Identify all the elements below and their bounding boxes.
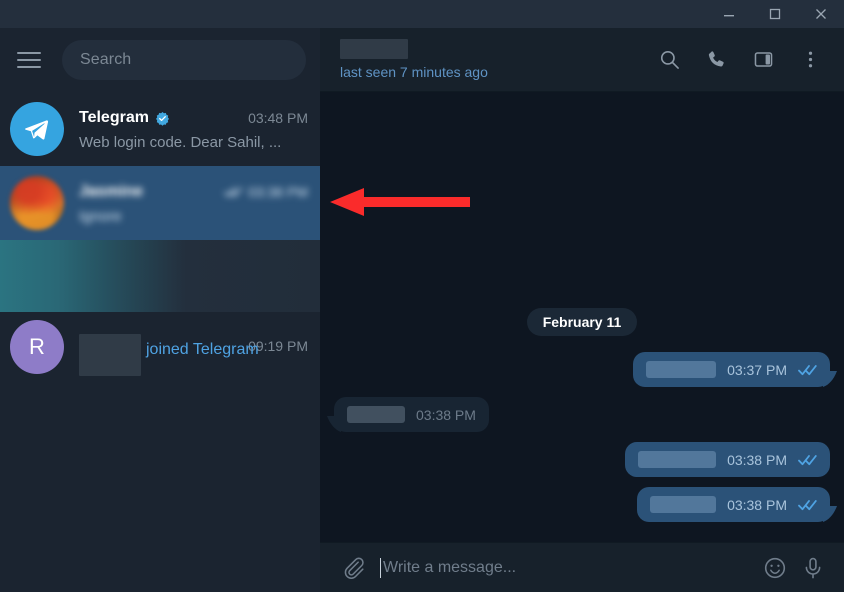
chat-list: Telegram 03:48 PM Web login code. Dear S…: [0, 92, 320, 382]
chat-item-name: Jasmine: [79, 183, 144, 200]
double-check-icon: [798, 364, 817, 376]
redacted-peer-name: [340, 39, 408, 59]
chat-list-item-redacted[interactable]: [0, 240, 320, 312]
chat-list-item-selected[interactable]: Jasmine 03:38 PM Ignore: [0, 166, 320, 240]
double-check-icon: [798, 499, 817, 511]
peer-status: last seen 7 minutes ago: [340, 64, 488, 80]
message-time: 03:37 PM: [727, 361, 787, 378]
text-caret: [380, 557, 381, 578]
chat-item-body: 09:19 PM joined Telegram: [79, 334, 308, 376]
double-check-icon: [224, 186, 242, 198]
redacted-message-text: [646, 361, 717, 378]
chat-item-preview: Web login code. Dear Sahil, ...: [79, 134, 282, 151]
minimize-icon: [722, 7, 736, 21]
message-row: 03:38 PM: [334, 397, 830, 432]
redacted-message-text: [638, 451, 717, 468]
hamburger-menu-icon[interactable]: [12, 43, 46, 77]
peer-info: last seen 7 minutes ago: [340, 39, 488, 80]
chat-list-sidebar: Search Telegram 03:48 PM Web login code.…: [0, 28, 320, 592]
sidebar-header: Search: [0, 28, 320, 92]
message-time: 03:38 PM: [727, 451, 787, 468]
telegram-logo-icon: [21, 113, 53, 145]
date-separator: February 11: [334, 308, 830, 336]
message-input-placeholder: Write a message...: [383, 558, 517, 576]
minimize-button[interactable]: [706, 0, 752, 28]
message-bubble-outgoing[interactable]: 03:37 PM: [633, 352, 830, 387]
maximize-icon: [768, 7, 782, 21]
message-list: February 11 03:37 PM 03:38 PM 03:38 PM 0…: [320, 92, 844, 542]
chat-item-name: Telegram: [79, 109, 149, 126]
double-check-icon: [798, 454, 817, 466]
message-input[interactable]: Write a message...: [380, 549, 756, 587]
avatar: R: [10, 320, 64, 374]
message-bubble-outgoing[interactable]: 03:38 PM: [637, 487, 830, 522]
message-time: 03:38 PM: [727, 496, 787, 513]
search-icon[interactable]: [647, 38, 691, 82]
paperclip-icon[interactable]: [334, 549, 372, 587]
chat-item-meta: 03:38 PM: [216, 184, 308, 200]
microphone-icon[interactable]: [794, 549, 832, 587]
smiley-icon[interactable]: [756, 549, 794, 587]
panel-icon[interactable]: [741, 38, 785, 82]
message-row: 03:38 PM: [334, 487, 830, 522]
redacted-message-text: [347, 406, 405, 423]
verified-badge-icon: [155, 111, 170, 126]
redacted-name-block: [79, 334, 141, 376]
message-bubble-incoming[interactable]: 03:38 PM: [334, 397, 489, 432]
date-separator-label: February 11: [526, 308, 638, 336]
redacted-message-text: [650, 496, 717, 513]
conversation-panel: last seen 7 minutes ago February 11 03:3…: [320, 28, 844, 592]
window-titlebar: [0, 0, 844, 28]
search-input[interactable]: Search: [62, 40, 306, 80]
avatar: [10, 102, 64, 156]
message-bubble-outgoing[interactable]: 03:38 PM: [625, 442, 830, 477]
chat-item-time: 03:48 PM: [248, 110, 308, 126]
message-row: 03:38 PM: [334, 442, 830, 477]
search-placeholder: Search: [80, 51, 132, 68]
maximize-button[interactable]: [752, 0, 798, 28]
phone-icon[interactable]: [694, 38, 738, 82]
message-time: 03:38 PM: [416, 406, 476, 423]
telegram-desktop-window: Search Telegram 03:48 PM Web login code.…: [0, 0, 844, 592]
chat-item-time: 03:38 PM: [248, 184, 308, 200]
message-composer: Write a message...: [320, 542, 844, 592]
more-vertical-icon[interactable]: [788, 38, 832, 82]
chat-list-item-joined[interactable]: R 09:19 PM joined Telegram: [0, 312, 320, 382]
header-actions: [647, 38, 832, 82]
chat-item-preview: Ignore: [79, 208, 122, 225]
chat-item-body: Jasmine 03:38 PM Ignore: [79, 181, 308, 225]
conversation-header[interactable]: last seen 7 minutes ago: [320, 28, 844, 92]
chat-list-item-telegram[interactable]: Telegram 03:48 PM Web login code. Dear S…: [0, 92, 320, 166]
chat-item-body: Telegram 03:48 PM Web login code. Dear S…: [79, 107, 308, 151]
chat-item-meta: 03:48 PM: [240, 110, 308, 126]
close-icon: [814, 7, 828, 21]
close-button[interactable]: [798, 0, 844, 28]
avatar-initial: R: [29, 334, 45, 359]
message-row: 03:37 PM: [334, 352, 830, 387]
avatar: [10, 176, 64, 230]
